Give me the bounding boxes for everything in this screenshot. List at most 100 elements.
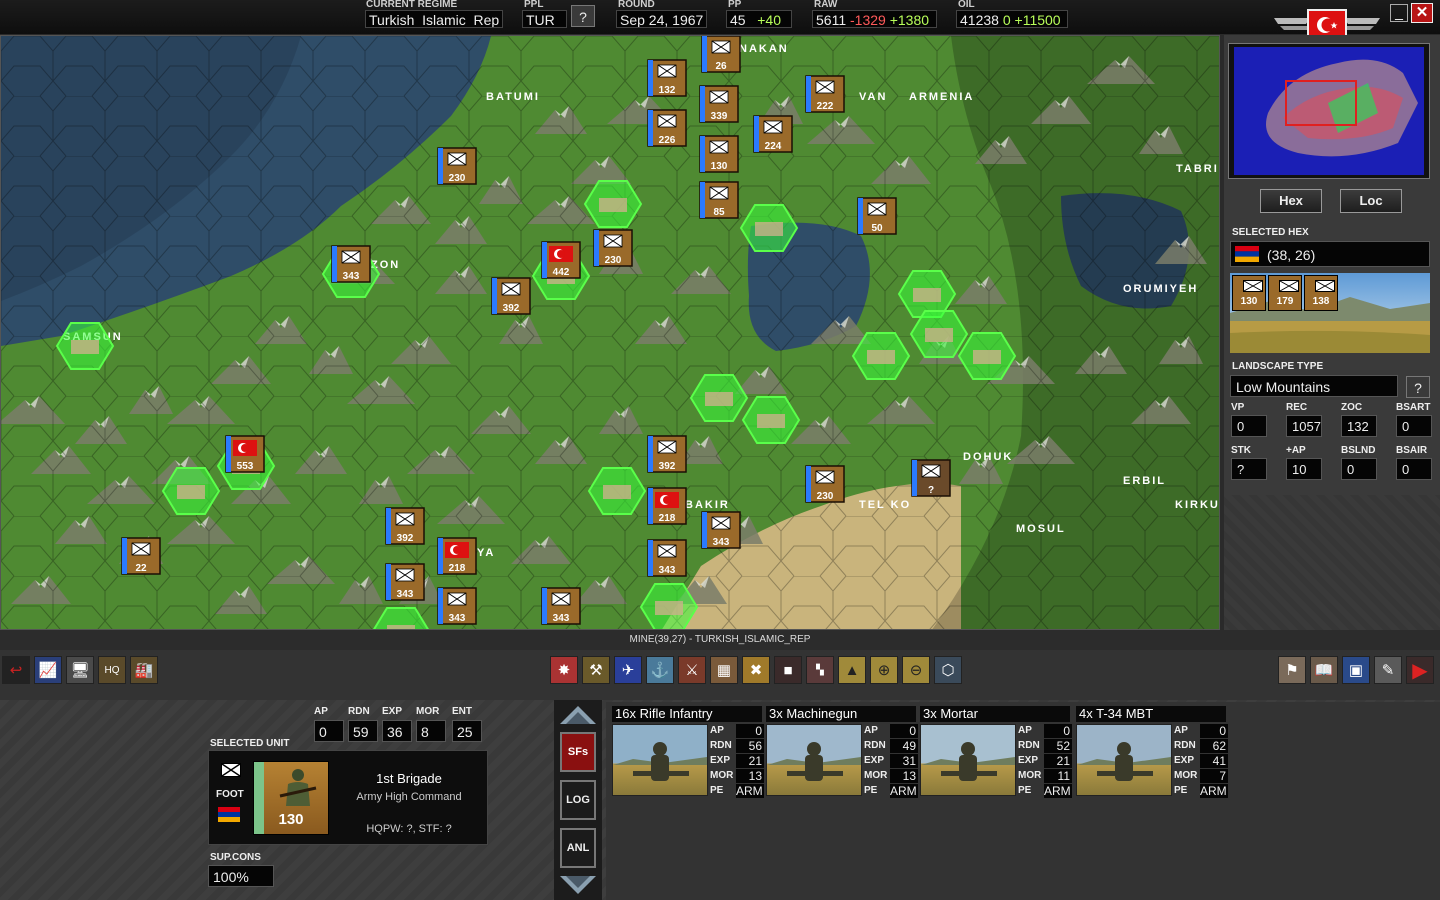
close-button[interactable]: ✕ [1411,3,1433,23]
subformation-card[interactable]: 4x T-34 MBT AP 0 RDN 62 EXP 41 MOR 7 PE ARM [1076,706,1228,798]
hex-unit-counter[interactable]: 179 [1268,275,1302,311]
graph-icon[interactable]: 📈 [34,656,62,684]
military-unit-counter[interactable]: 224 [753,115,793,153]
military-unit-counter[interactable]: 442 [541,241,581,279]
hex-stat-value: ? [1231,458,1267,480]
subformation-card[interactable]: 3x Mortar AP 0 RDN 52 EXP 21 MOR 11 PE ARM [920,706,1072,798]
unit-strength-label: 50 [871,223,883,234]
subformation-stat-value: 52 [1044,739,1072,753]
undo-icon[interactable]: ↩ [2,656,30,684]
disband-icon[interactable]: ✖ [742,656,770,684]
military-unit-counter[interactable]: 392 [491,277,531,315]
hex-unit-counter[interactable]: 130 [1232,275,1266,311]
zoom-in-icon[interactable]: ⊕ [870,656,898,684]
naval-icon[interactable]: ⚓ [646,656,674,684]
military-unit-counter[interactable]: 222 [805,75,845,113]
collapse-up-icon[interactable] [560,702,596,726]
hex-unit-value: 130 [1240,296,1258,307]
subformation-stat-label: MOR [1174,770,1198,781]
military-unit-counter[interactable]: 230 [805,465,845,503]
subformation-card[interactable]: 3x Machinegun AP 0 RDN 49 EXP 31 MOR 13 PE ARM [766,706,918,798]
frame-icon[interactable]: ▲ [838,656,866,684]
subformation-stat-label: AP [864,725,878,736]
hex-mode-icon[interactable]: ⬡ [934,656,962,684]
city-label: KIRKU [1175,499,1220,511]
air-icon[interactable]: ✈ [614,656,642,684]
unit-strength-label: 392 [659,461,676,472]
sfs-button[interactable]: SFs [560,732,596,772]
military-unit-counter[interactable]: 218 [647,487,687,525]
military-unit-counter[interactable]: 26 [701,36,741,73]
military-unit-counter[interactable]: 230 [593,229,633,267]
military-unit-counter[interactable]: 343 [331,245,371,283]
unit-strength-label: 85 [713,207,725,218]
raw-label: RAW [814,0,838,10]
loc-button[interactable]: Loc [1340,189,1402,213]
military-unit-counter[interactable]: 392 [647,435,687,473]
subformation-stat: PE ARM [864,784,918,799]
hex-stat-value: 1057 [1286,415,1322,437]
factory-icon[interactable]: 🏭 [130,656,158,684]
hex-button[interactable]: Hex [1260,189,1322,213]
hq-map-icon[interactable]: ▚ [806,656,834,684]
military-unit-counter[interactable]: 130 [699,135,739,173]
military-unit-counter[interactable]: ? [911,459,951,497]
artillery-icon[interactable]: ⚒ [582,656,610,684]
minimap[interactable] [1228,43,1430,179]
military-unit-counter[interactable]: 132 [647,59,687,97]
selected-unit-card[interactable]: FOOT 130 1st Brigade Army High Command H… [208,750,488,845]
military-unit-counter[interactable]: 339 [699,85,739,123]
collapse-down-icon[interactable] [560,874,596,898]
unit-strength-label: 22 [135,563,147,574]
subformation-card[interactable]: 16x Rifle Infantry AP 0 RDN 56 EXP 21 MOR 13 PE AR… [612,706,764,798]
subformation-stat: EXP 21 [1018,754,1072,769]
military-unit-counter[interactable]: 343 [437,587,477,625]
minimize-button[interactable]: _ [1390,4,1408,22]
top-resource-bar: CURRENT REGIME Turkish_Islamic_Rep PPL T… [0,0,1440,41]
military-unit-counter[interactable]: 343 [541,587,581,625]
computer-icon[interactable]: 🖥 [66,656,94,684]
regime-field: Turkish_Islamic_Rep [365,10,503,28]
hq-icon[interactable]: HQ [98,656,126,684]
strategic-map[interactable]: BATUMI NAKAN VAN ARMENIA TABRI ZON SAMSU… [0,35,1220,630]
layer-icon[interactable]: ■ [774,656,802,684]
subformation-stat-value: 13 [890,769,918,783]
subformation-stat: PE ARM [1018,784,1072,799]
selected-unit-label: SELECTED UNIT [210,738,290,749]
military-unit-counter[interactable]: 22 [121,537,161,575]
hex-unit-counter[interactable]: 138 [1304,275,1338,311]
unit-hqpw: HQPW: ?, STF: ? [366,823,452,835]
help-button[interactable]: ? [571,5,595,27]
combat-icon[interactable]: ⚔ [678,656,706,684]
military-unit-counter[interactable]: 85 [699,181,739,219]
anl-button[interactable]: ANL [560,828,596,868]
map-canvas[interactable]: BATUMI NAKAN VAN ARMENIA TABRI ZON SAMSU… [1,36,1220,630]
subformation-stat-label: AP [1018,725,1032,736]
subformation-stat-value: 0 [736,724,764,738]
hex-stat-value: 0 [1231,415,1267,437]
military-unit-counter[interactable]: 226 [647,109,687,147]
strategic-icon[interactable]: ✸ [550,656,578,684]
supply-icon[interactable]: ▦ [710,656,738,684]
map-status-line: MINE(39,27) - TURKISH_ISLAMIC_REP [0,630,1440,650]
military-unit-counter[interactable]: 230 [437,147,477,185]
unit-stat-value: 25 [452,720,482,742]
military-unit-counter[interactable]: 392 [385,507,425,545]
log-button[interactable]: LOG [560,780,596,820]
flag-icon[interactable]: ⚑ [1278,656,1306,684]
military-unit-counter[interactable]: 553 [225,435,265,473]
end-turn-icon[interactable]: ▶ [1406,656,1434,684]
tools-icon[interactable]: ✎ [1374,656,1402,684]
subformation-stat-value: 21 [736,754,764,768]
military-unit-counter[interactable]: 343 [701,511,741,549]
map-icon[interactable]: ▣ [1342,656,1370,684]
military-unit-counter[interactable]: 343 [647,539,687,577]
book-icon[interactable]: 📖 [1310,656,1338,684]
military-unit-counter[interactable]: 343 [385,563,425,601]
unit-strength-label: 343 [343,271,360,282]
military-unit-counter[interactable]: 50 [857,197,897,235]
military-unit-counter[interactable]: 218 [437,537,477,575]
landscape-help-button[interactable]: ? [1406,376,1430,398]
zoom-out-icon[interactable]: ⊖ [902,656,930,684]
subformation-stat-label: PE [1174,785,1188,796]
